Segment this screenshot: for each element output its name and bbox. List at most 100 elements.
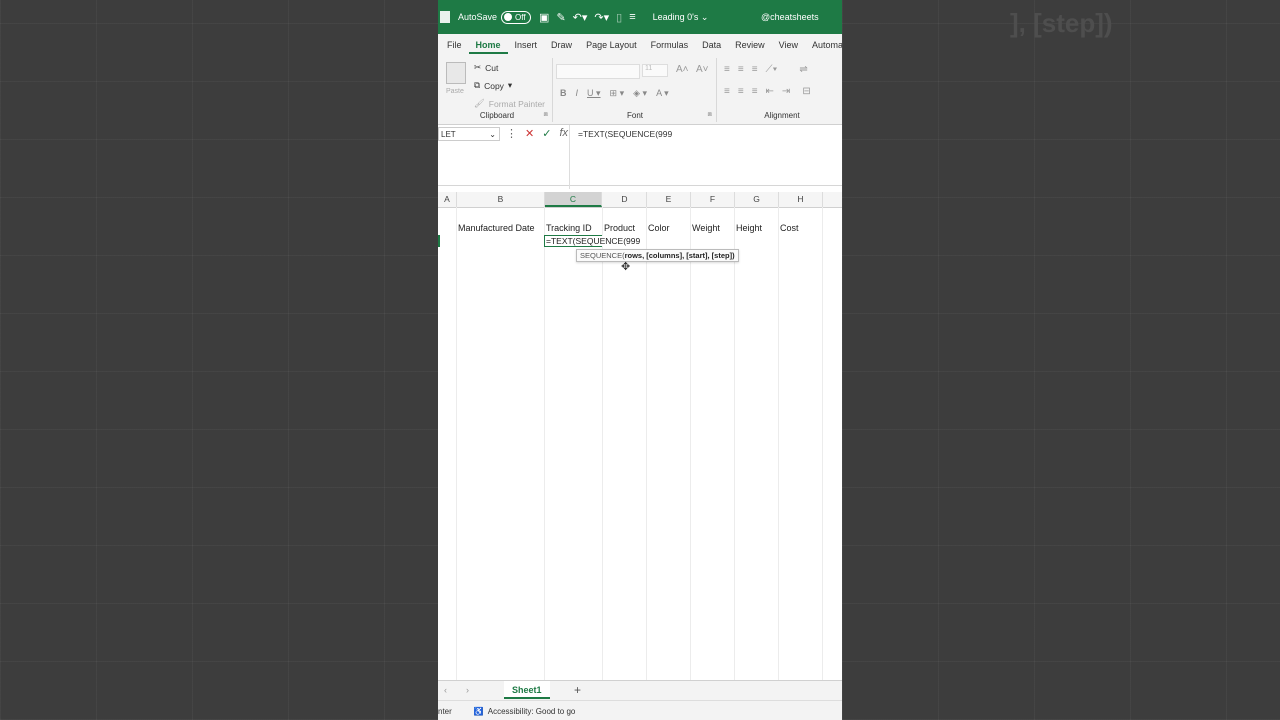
title-bar: AutoSave Off ▣ ✎ ↶▾ ↷▾ ▯ ≡ Leading 0's ⌄… [438,0,842,34]
chevron-right-icon[interactable]: › [466,685,469,695]
cell-f-header[interactable]: Weight [692,223,720,233]
document-title[interactable]: Leading 0's ⌄ [653,12,709,23]
dialog-launcher-icon[interactable]: ⧈ [708,111,712,119]
column-header-b[interactable]: B [457,192,545,207]
copy-button[interactable]: ⧉ Copy ▾ [474,80,512,91]
enter-icon[interactable]: ✓ [542,127,551,140]
column-header-d[interactable]: D [603,192,647,207]
customize-icon[interactable]: ≡ [629,11,635,23]
increase-indent-icon[interactable]: ⇥ [782,86,790,97]
align-bottom-icon[interactable]: ≡ [752,64,758,75]
italic-icon[interactable]: I [576,88,579,99]
chevron-down-icon: ▾ [507,80,513,90]
column-header-h[interactable]: H [779,192,823,207]
tab-data[interactable]: Data [695,40,728,54]
undo-icon[interactable]: ↶▾ [573,11,588,24]
chevron-left-icon[interactable]: ‹ [444,685,447,695]
tab-insert[interactable]: Insert [508,40,545,54]
alignment-label: Alignment [764,111,800,120]
align-left-icon[interactable]: ≡ [724,86,730,97]
align-center-icon[interactable]: ≡ [738,86,744,97]
column-headers: A B C D E F G H [438,192,842,208]
tab-draw[interactable]: Draw [544,40,579,54]
bold-icon[interactable]: B [560,88,567,99]
formula-input[interactable]: =TEXT(SEQUENCE(999 [569,125,842,189]
orientation-icon[interactable]: ⟋▾ [766,64,778,75]
cut-button[interactable]: ✂ Cut [474,62,498,73]
redo-icon[interactable]: ↷▾ [594,11,609,24]
cell-edit-text[interactable]: =TEXT(SEQUENCE(999 [546,236,641,246]
cut-label: Cut [485,62,499,73]
cell-d-header[interactable]: Product [604,223,635,233]
sheet-tab-sheet1[interactable]: Sheet1 [504,681,550,699]
edit-icon[interactable]: ✎ [556,11,565,24]
borders-icon[interactable]: ⊞ ▾ [610,88,625,99]
ribbon: Paste ✂ Cut ⧉ Copy ▾ 🖌 Format Painter Cl… [438,54,842,125]
active-row-marker [438,235,440,247]
tab-automate[interactable]: Automate [805,40,842,54]
font-name-select[interactable] [556,64,640,79]
paste-icon[interactable] [446,62,466,84]
tab-review[interactable]: Review [728,40,772,54]
decrease-font-icon[interactable]: A˅ [696,64,709,75]
increase-font-icon[interactable]: A˄ [676,64,689,75]
add-sheet-button[interactable]: + [574,683,581,697]
cancel-icon[interactable]: ✕ [525,127,534,140]
vertical-align-row: ≡ ≡ ≡ ⟋▾ ⇌ [724,64,808,75]
accessibility-status[interactable]: Accessibility: Good to go [488,707,576,716]
font-color-icon[interactable]: A ▾ [656,88,669,99]
paste-button-label[interactable]: Paste [446,88,464,95]
format-painter-label: Format Painter [488,98,546,109]
worksheet-grid[interactable]: A B C D E F G H Manufactured Date Tracki… [438,192,842,680]
more-icon[interactable]: ⋮ [506,127,517,140]
font-label: Font [626,111,643,120]
status-bar: nter ♿ Accessibility: Good to go [438,700,842,720]
formula-bar: LET ⌄ ⋮ ✕ ✓ fx =TEXT(SEQUENCE(999 [438,125,842,189]
new-file-icon[interactable]: ▯ [616,11,622,24]
tab-formulas[interactable]: Formulas [644,40,696,54]
insert-function-icon[interactable]: fx [559,127,568,140]
decrease-indent-icon[interactable]: ⇤ [766,86,774,97]
background-left [0,0,438,720]
merge-center-icon[interactable]: ⊟ [802,86,810,97]
cell-b-header[interactable]: Manufactured Date [458,223,535,233]
tab-page-layout[interactable]: Page Layout [579,40,644,54]
accessibility-icon[interactable]: ♿ [474,707,484,716]
toggle-knob [504,13,513,21]
column-header-g[interactable]: G [735,192,779,207]
dialog-launcher-icon[interactable]: ⧈ [544,111,548,119]
autosave-toggle[interactable]: Off [501,10,532,24]
name-box[interactable]: LET ⌄ [438,127,500,141]
clipboard-label: Clipboard [479,111,515,120]
tab-file[interactable]: File [440,40,469,54]
cell-c-header[interactable]: Tracking ID [546,223,592,233]
autosave-state: Off [515,12,526,22]
font-size-select[interactable]: 11 [642,64,668,77]
column-header-f[interactable]: F [691,192,735,207]
align-middle-icon[interactable]: ≡ [738,64,744,75]
function-tooltip[interactable]: SEQUENCE(rows, [columns], [start], [step… [576,249,739,262]
format-painter-button[interactable]: 🖌 Format Painter [474,98,545,109]
tooltip-function: SEQUENCE( [580,251,625,260]
font-group: 11 A˄ A˅ B I U ▾ ⊞ ▾ ◈ ▾ A ▾ Font ⧈ [554,58,717,122]
fill-color-icon[interactable]: ◈ ▾ [633,88,647,99]
excel-window: AutoSave Off ▣ ✎ ↶▾ ↷▾ ▯ ≡ Leading 0's ⌄… [438,0,842,720]
cell-e-header[interactable]: Color [648,223,670,233]
wrap-text-icon[interactable]: ⇌ [799,64,807,75]
tab-home[interactable]: Home [468,40,508,54]
autosave-label: AutoSave [458,12,498,22]
alignment-group: ≡ ≡ ≡ ⟋▾ ⇌ ≡ ≡ ≡ ⇤ ⇥ ⊟ Alignment [720,58,842,122]
underline-icon[interactable]: U ▾ [587,88,601,99]
align-top-icon[interactable]: ≡ [724,64,730,75]
column-header-a[interactable]: A [438,192,457,207]
align-right-icon[interactable]: ≡ [752,86,758,97]
sheet-tab-bar: ‹ › Sheet1 + [438,680,842,701]
save-icon[interactable]: ▣ [539,11,549,24]
cell-h-header[interactable]: Cost [780,223,799,233]
clipboard-group: Paste ✂ Cut ⧉ Copy ▾ 🖌 Format Painter Cl… [442,58,553,122]
tab-view[interactable]: View [772,40,805,54]
column-header-c[interactable]: C [545,192,602,207]
column-header-e[interactable]: E [647,192,691,207]
cell-g-header[interactable]: Height [736,223,762,233]
name-box-value: LET [441,129,456,139]
